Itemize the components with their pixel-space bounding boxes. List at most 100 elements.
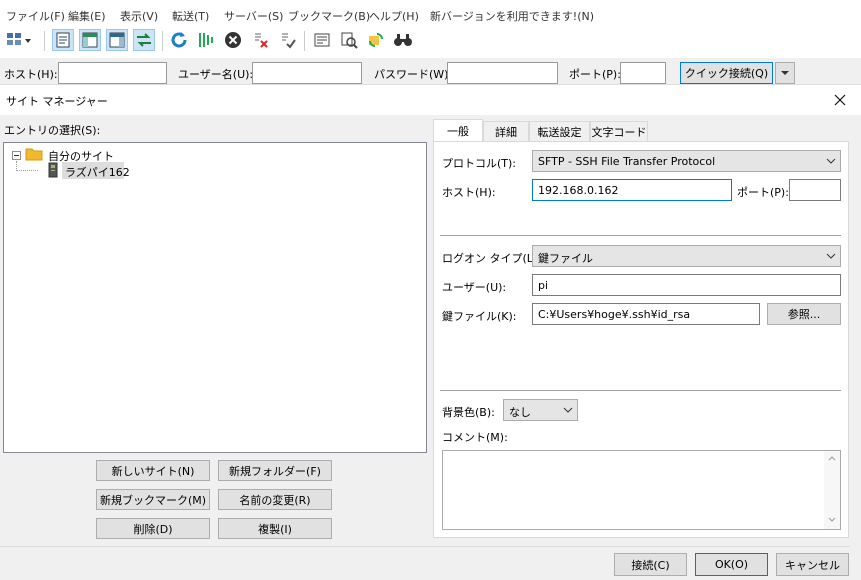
delete-button[interactable]: 削除(D) bbox=[96, 518, 210, 539]
compare-icon bbox=[341, 32, 358, 49]
dialog-title: サイト マネージャー bbox=[6, 95, 108, 108]
chevron-down-icon bbox=[826, 158, 836, 164]
user-label: ユーザー(U): bbox=[442, 281, 507, 294]
comment-textarea[interactable] bbox=[442, 450, 841, 530]
close-icon bbox=[834, 94, 846, 106]
site-manager-icon bbox=[7, 33, 31, 45]
process-queue-button[interactable] bbox=[195, 29, 217, 51]
keyfile-label: 鍵ファイル(K): bbox=[442, 310, 517, 323]
comment-scrollbar[interactable] bbox=[824, 451, 840, 529]
dialog-close-button[interactable] bbox=[830, 91, 850, 109]
comment-label: コメント(M): bbox=[442, 431, 508, 444]
menu-new-version[interactable]: 新バージョンを利用できます!(N) bbox=[430, 8, 594, 24]
port-input[interactable] bbox=[789, 179, 841, 201]
process-queue-icon bbox=[199, 33, 213, 47]
refresh-button[interactable] bbox=[168, 29, 190, 51]
quick-host-input[interactable] bbox=[58, 62, 167, 84]
tab-advanced[interactable]: 詳細 bbox=[483, 121, 529, 141]
menu-transfer[interactable]: 転送(T) bbox=[172, 8, 209, 24]
reconnect-icon bbox=[282, 33, 296, 49]
quick-port-input[interactable] bbox=[620, 62, 666, 84]
tab-general[interactable]: 一般 bbox=[433, 119, 483, 141]
cancel-icon bbox=[225, 32, 241, 48]
chevron-down-icon bbox=[826, 253, 836, 259]
disconnect-button[interactable] bbox=[250, 29, 272, 51]
new-folder-button[interactable]: 新規フォルダー(F) bbox=[218, 460, 332, 481]
tree-connector bbox=[16, 170, 38, 171]
toolbar-separator bbox=[304, 31, 305, 51]
server-icon bbox=[48, 162, 58, 178]
host-input[interactable]: 192.168.0.162 bbox=[532, 179, 732, 201]
sync-browse-icon bbox=[369, 33, 383, 47]
toggle-local-tree-button[interactable] bbox=[79, 29, 101, 51]
menu-server[interactable]: サーバー(S) bbox=[224, 8, 283, 24]
ok-button[interactable]: OK(O) bbox=[695, 553, 768, 576]
connect-button[interactable]: 接続(C) bbox=[614, 553, 687, 576]
host-label: ホスト(H): bbox=[442, 186, 496, 199]
tree-collapse-toggle[interactable] bbox=[12, 151, 21, 160]
protocol-value: SFTP - SSH File Transfer Protocol bbox=[538, 155, 716, 168]
keyfile-input[interactable]: C:¥Users¥hoge¥.ssh¥id_rsa bbox=[532, 303, 760, 325]
quickconnect-button[interactable]: クイック接続(Q) bbox=[680, 62, 773, 84]
log-icon bbox=[56, 32, 70, 48]
toolbar-separator bbox=[44, 31, 45, 51]
user-input[interactable]: pi bbox=[532, 274, 841, 296]
rename-button[interactable]: 名前の変更(R) bbox=[218, 489, 332, 510]
quickconnect-history-button[interactable] bbox=[775, 62, 795, 84]
menu-view[interactable]: 表示(V) bbox=[120, 8, 158, 24]
protocol-select[interactable]: SFTP - SSH File Transfer Protocol bbox=[532, 150, 841, 172]
menu-bar: ファイル(F) 編集(E) 表示(V) 転送(T) サーバー(S) ブックマーク… bbox=[0, 0, 861, 28]
cancel-button[interactable]: キャンセル bbox=[776, 553, 849, 576]
site-tree[interactable]: 自分のサイト ラズパイ162 bbox=[3, 142, 427, 453]
protocol-label: プロトコル(T): bbox=[442, 157, 517, 170]
logon-type-value: 鍵ファイル bbox=[538, 252, 593, 265]
new-bookmark-button[interactable]: 新規ブックマーク(M) bbox=[96, 489, 210, 510]
menu-file[interactable]: ファイル(F) bbox=[6, 8, 65, 24]
search-remote-files-button[interactable] bbox=[392, 29, 414, 51]
scroll-down-icon[interactable] bbox=[828, 517, 836, 523]
duplicate-button[interactable]: 複製(I) bbox=[218, 518, 332, 539]
remote-tree-icon bbox=[109, 32, 125, 48]
browse-button[interactable]: 参照... bbox=[767, 303, 841, 325]
quick-password-input[interactable] bbox=[447, 62, 558, 84]
divider bbox=[440, 235, 841, 236]
toggle-remote-tree-button[interactable] bbox=[106, 29, 128, 51]
folder-icon bbox=[25, 148, 43, 161]
quick-password-label: パスワード(W): bbox=[374, 68, 453, 81]
menu-bookmark[interactable]: ブックマーク(B) bbox=[288, 8, 370, 24]
local-tree-icon bbox=[82, 32, 98, 48]
logon-type-label: ログオン タイプ(L): bbox=[442, 252, 541, 265]
chevron-down-icon bbox=[563, 407, 573, 413]
tab-transfer-settings[interactable]: 転送設定 bbox=[529, 121, 590, 141]
toggle-log-button[interactable] bbox=[52, 29, 74, 51]
quick-user-input[interactable] bbox=[252, 62, 362, 84]
quick-host-label: ホスト(H): bbox=[4, 68, 58, 81]
quick-user-label: ユーザー名(U): bbox=[178, 68, 254, 81]
compare-directories-button[interactable] bbox=[338, 29, 360, 51]
dialog-titlebar: サイト マネージャー bbox=[0, 85, 861, 115]
scroll-up-icon[interactable] bbox=[828, 455, 836, 461]
filter-icon bbox=[314, 33, 330, 47]
reconnect-button[interactable] bbox=[277, 29, 299, 51]
new-site-button[interactable]: 新しいサイト(N) bbox=[96, 460, 210, 481]
menu-help[interactable]: ヘルプ(H) bbox=[369, 8, 419, 24]
entry-select-label: エントリの選択(S): bbox=[4, 124, 101, 137]
footer-divider bbox=[0, 546, 850, 547]
menu-edit[interactable]: 編集(E) bbox=[68, 8, 106, 24]
logon-type-select[interactable]: 鍵ファイル bbox=[532, 245, 841, 267]
synchronized-browsing-button[interactable] bbox=[365, 29, 387, 51]
cancel-operation-button[interactable] bbox=[222, 29, 244, 51]
quick-port-label: ポート(P): bbox=[569, 68, 621, 81]
site-manager-button[interactable] bbox=[4, 29, 34, 51]
toolbar-separator bbox=[162, 31, 163, 51]
chevron-down-icon bbox=[781, 71, 789, 75]
binoculars-icon bbox=[394, 34, 412, 46]
bgcolor-select[interactable]: なし bbox=[503, 399, 578, 421]
transfer-queue-icon bbox=[137, 33, 151, 47]
toolbar bbox=[0, 28, 861, 58]
directory-listing-filter-button[interactable] bbox=[311, 29, 333, 51]
bgcolor-value: なし bbox=[509, 406, 531, 419]
tab-charset[interactable]: 文字コード bbox=[590, 121, 648, 141]
tree-site-raspi162[interactable]: ラズパイ162 bbox=[65, 164, 130, 180]
toggle-queue-button[interactable] bbox=[133, 29, 155, 51]
